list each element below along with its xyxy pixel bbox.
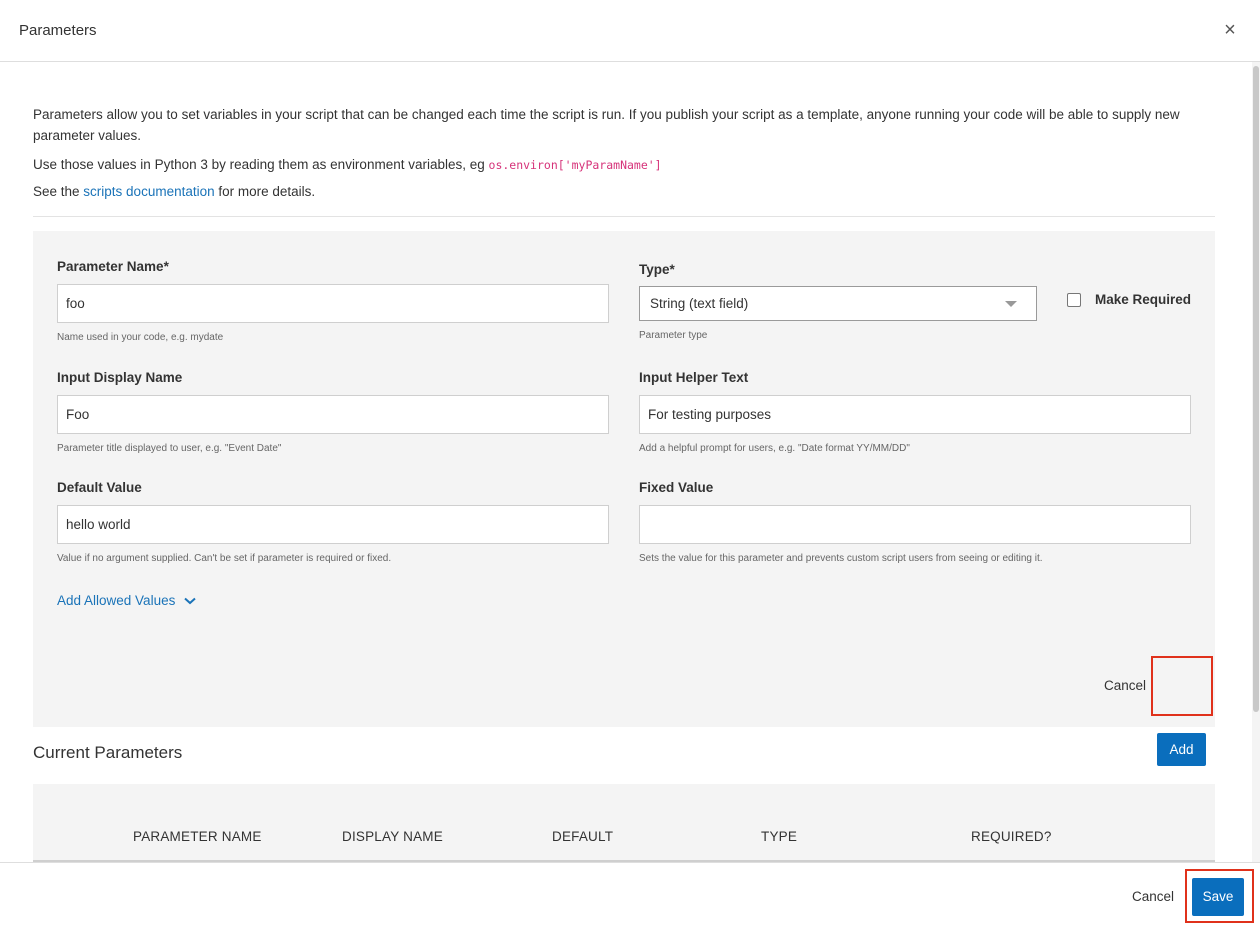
type-select[interactable]: String (text field)	[639, 286, 1037, 321]
dropdown-caret-icon	[1005, 301, 1017, 307]
column-header-default: DEFAULT	[552, 829, 614, 844]
scripts-documentation-link[interactable]: scripts documentation	[83, 184, 214, 199]
type-help: Parameter type	[639, 330, 708, 341]
column-header-type: TYPE	[761, 829, 798, 844]
footer-cancel-button[interactable]: Cancel	[1132, 889, 1174, 904]
intro-docs-suffix: for more details.	[214, 184, 316, 199]
make-required-checkbox[interactable]	[1067, 293, 1081, 307]
form-cancel-button[interactable]: Cancel	[1104, 678, 1146, 693]
divider	[33, 216, 1215, 217]
parameter-form: Parameter Name* foo Name used in your co…	[33, 231, 1215, 766]
intro-text: Parameters allow you to set variables in…	[33, 107, 1180, 143]
intro-env-prefix: Use those values in Python 3 by reading …	[33, 157, 489, 172]
fixed-value-label: Fixed Value	[639, 480, 714, 495]
add-button[interactable]: Add	[1157, 733, 1206, 766]
dialog-title: Parameters	[19, 22, 97, 39]
dialog-header: Parameters ×	[0, 0, 1260, 62]
make-required-label: Make Required	[1095, 292, 1192, 307]
close-icon[interactable]: ×	[1220, 20, 1240, 40]
fixed-value-help: Sets the value for this parameter and pr…	[639, 553, 1043, 564]
save-button[interactable]: Save	[1192, 878, 1244, 916]
intro-env-text: Use those values in Python 3 by reading …	[33, 154, 1203, 176]
default-value-label: Default Value	[57, 480, 142, 495]
parameter-name-input[interactable]: foo	[57, 284, 609, 323]
chevron-down-icon	[184, 596, 196, 608]
current-parameters-title: Current Parameters	[33, 743, 183, 762]
display-name-label: Input Display Name	[57, 370, 183, 385]
vertical-scrollbar[interactable]	[1252, 62, 1260, 862]
default-value-input[interactable]: hello world	[57, 505, 609, 544]
helper-text-label: Input Helper Text	[639, 370, 749, 385]
intro-docs-prefix: See the	[33, 184, 84, 199]
type-label: Type*	[639, 262, 675, 277]
dialog-footer: Cancel Save	[0, 862, 1260, 927]
helper-text-input[interactable]: For testing purposes	[639, 395, 1191, 434]
add-allowed-values-label: Add Allowed Values	[57, 593, 176, 608]
column-header-display-name: DISPLAY NAME	[342, 829, 443, 844]
display-name-help: Parameter title displayed to user, e.g. …	[57, 443, 282, 454]
scrollbar-thumb[interactable]	[1253, 66, 1259, 712]
column-header-parameter-name: PARAMETER NAME	[133, 829, 262, 844]
dialog-body: Parameters allow you to set variables in…	[0, 62, 1260, 862]
fixed-value-input[interactable]	[639, 505, 1191, 544]
add-allowed-values-link[interactable]: Add Allowed Values	[57, 593, 196, 608]
helper-text-help: Add a helpful prompt for users, e.g. "Da…	[639, 443, 910, 454]
parameter-name-help: Name used in your code, e.g. mydate	[57, 332, 224, 343]
parameters-table-header: PARAMETER NAME DISPLAY NAME DEFAULT TYPE…	[33, 784, 1215, 862]
type-select-value: String (text field)	[650, 296, 749, 311]
env-code-snippet: os.environ['myParamName']	[488, 158, 662, 172]
display-name-input[interactable]: Foo	[57, 395, 609, 434]
default-value-help: Value if no argument supplied. Can't be …	[57, 553, 392, 564]
column-header-required: REQUIRED?	[971, 829, 1052, 844]
parameter-name-label: Parameter Name*	[57, 259, 169, 274]
intro-docs-text: See the scripts documentation for more d…	[33, 181, 1203, 202]
